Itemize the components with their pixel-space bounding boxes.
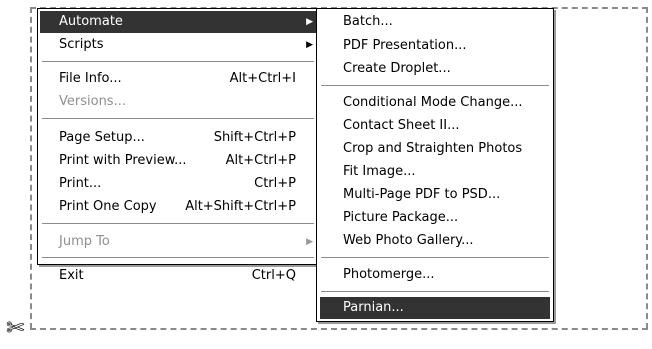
submenu-item-create-droplet[interactable]: Create Droplet...	[320, 58, 550, 80]
menu-item-label: Print One Copy	[59, 199, 157, 214]
menu-item-print[interactable]: Print... Ctrl+P	[40, 173, 316, 195]
submenu-arrow-icon: ▶	[306, 40, 313, 50]
submenu-item-contact-sheet[interactable]: Contact Sheet II...	[320, 115, 550, 137]
menu-item-label: Create Droplet...	[343, 61, 451, 76]
submenu-item-multi-page-pdf[interactable]: Multi-Page PDF to PSD...	[320, 184, 550, 206]
submenu-item-photomerge[interactable]: Photomerge...	[320, 264, 550, 286]
menu-item-versions: Versions...	[40, 91, 316, 113]
menu-separator	[321, 291, 549, 293]
menu-item-scripts[interactable]: Scripts ▶	[40, 34, 316, 56]
submenu-item-parnian[interactable]: Parnian...	[320, 297, 550, 319]
menu-item-print-one-copy[interactable]: Print One Copy Alt+Shift+Ctrl+P	[40, 196, 316, 218]
menu-item-shortcut: Alt+Shift+Ctrl+P	[185, 199, 296, 214]
menu-item-label: Crop and Straighten Photos	[343, 141, 523, 156]
file-menu: Automate ▶ Scripts ▶ File Info... Alt+Ct…	[37, 8, 319, 283]
dashed-frame-left	[30, 7, 32, 329]
submenu-item-web-photo-gallery[interactable]: Web Photo Gallery...	[320, 230, 550, 252]
menu-item-label: Contact Sheet II...	[343, 118, 460, 133]
menu-item-label: Batch...	[343, 14, 393, 29]
menu-item-label: Picture Package...	[343, 210, 459, 225]
menu-item-label: Multi-Page PDF to PSD...	[343, 187, 501, 202]
automate-submenu: Batch... PDF Presentation... Create Drop…	[316, 8, 554, 322]
dashed-frame-right	[646, 7, 648, 329]
menu-item-file-info[interactable]: File Info... Alt+Ctrl+I	[40, 68, 316, 90]
menu-item-shortcut: Alt+Ctrl+I	[229, 71, 296, 86]
menu-item-label: Jump To	[59, 234, 110, 249]
menu-item-label: Print with Preview...	[59, 153, 187, 168]
menu-separator	[321, 257, 549, 259]
menu-item-label: Print...	[59, 176, 102, 191]
submenu-item-picture-package[interactable]: Picture Package...	[320, 207, 550, 229]
menu-item-automate[interactable]: Automate ▶	[40, 11, 316, 33]
menu-separator	[321, 85, 549, 87]
menu-item-page-setup[interactable]: Page Setup... Shift+Ctrl+P	[40, 127, 316, 149]
menu-item-label: PDF Presentation...	[343, 38, 467, 53]
menu-separator	[42, 61, 314, 63]
menu-item-label: Scripts	[59, 37, 104, 52]
submenu-arrow-icon: ▶	[306, 237, 313, 247]
menu-item-label: Parnian...	[343, 300, 404, 315]
submenu-item-pdf-presentation[interactable]: PDF Presentation...	[320, 35, 550, 57]
menu-item-shortcut: Alt+Ctrl+P	[225, 153, 296, 168]
menu-item-shortcut: Shift+Ctrl+P	[213, 130, 296, 145]
menu-item-label: File Info...	[59, 71, 122, 86]
menu-item-shortcut: Ctrl+Q	[251, 268, 296, 283]
submenu-item-batch[interactable]: Batch...	[320, 11, 550, 33]
menu-item-label: Exit	[59, 268, 84, 283]
submenu-arrow-icon: ▶	[306, 17, 313, 27]
menu-separator	[42, 118, 314, 120]
submenu-item-conditional-mode-change[interactable]: Conditional Mode Change...	[320, 92, 550, 114]
menu-item-label: Automate	[59, 14, 123, 29]
menu-separator	[42, 257, 314, 259]
menu-item-print-with-preview[interactable]: Print with Preview... Alt+Ctrl+P	[40, 150, 316, 172]
menu-item-label: Fit Image...	[343, 164, 416, 179]
menu-item-label: Versions...	[59, 94, 126, 109]
menu-item-label: Page Setup...	[59, 130, 145, 145]
submenu-item-fit-image[interactable]: Fit Image...	[320, 161, 550, 183]
menu-item-jump-to: Jump To ▶	[40, 231, 316, 253]
menu-separator	[42, 223, 314, 225]
submenu-item-crop-and-straighten[interactable]: Crop and Straighten Photos	[320, 138, 550, 160]
menu-item-exit[interactable]: Exit Ctrl+Q	[40, 265, 316, 287]
menu-item-shortcut: Ctrl+P	[254, 176, 296, 191]
menu-item-label: Photomerge...	[343, 267, 435, 282]
scissors-icon: ✄	[6, 316, 25, 341]
dashed-frame-bottom	[30, 328, 648, 330]
menu-item-label: Web Photo Gallery...	[343, 233, 474, 248]
menu-item-label: Conditional Mode Change...	[343, 95, 523, 110]
